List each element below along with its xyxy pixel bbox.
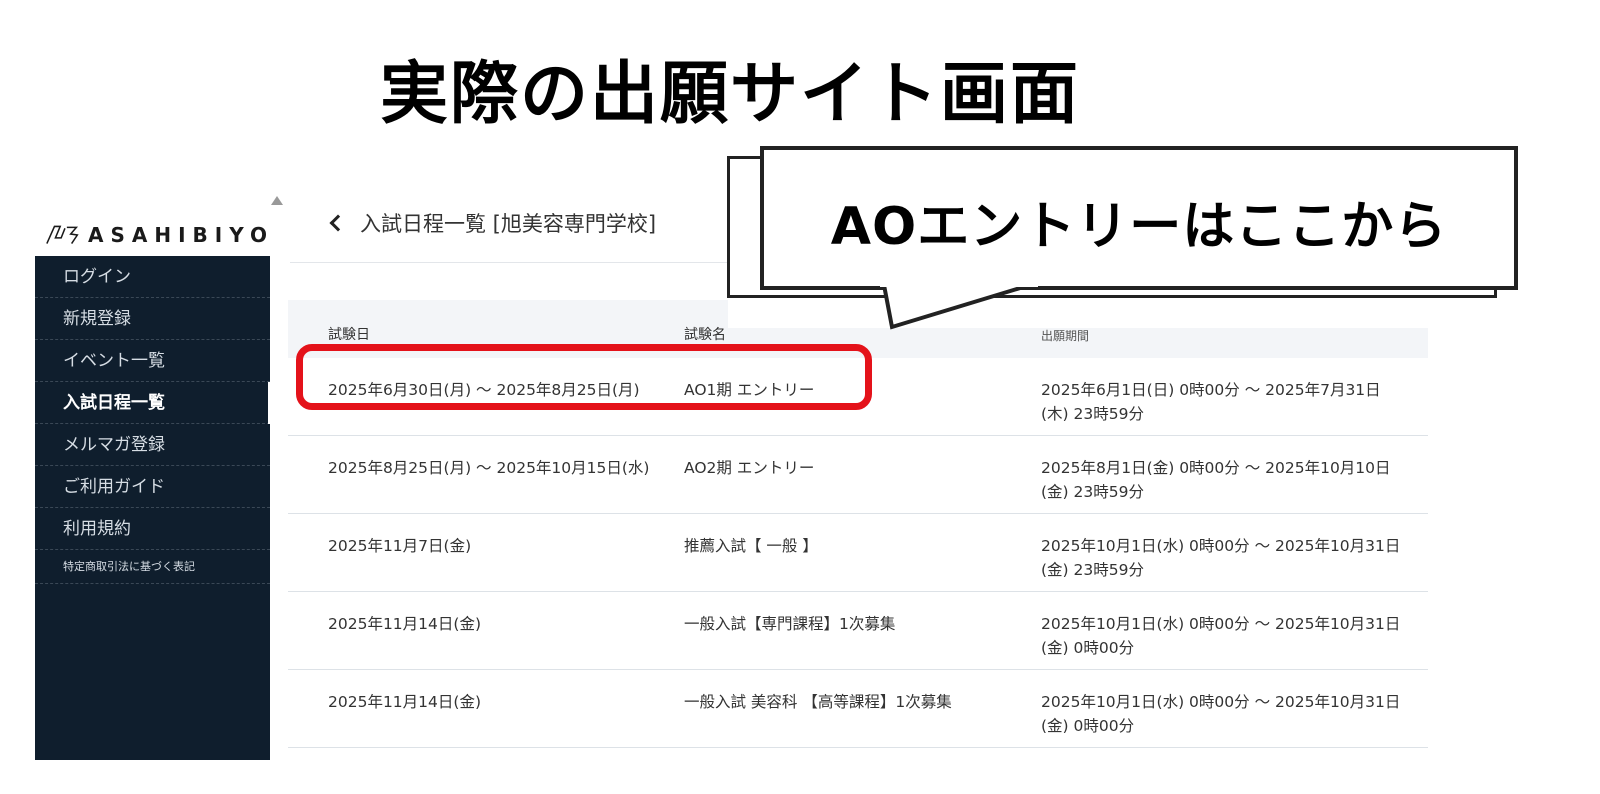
- logo-mark-icon: [46, 225, 79, 244]
- sidebar-item-exam-schedule[interactable]: 入試日程一覧: [35, 382, 278, 424]
- cell-exam-name[interactable]: 推薦入試【 一般 】: [684, 534, 1024, 558]
- callout-text: AOエントリーはここから: [830, 197, 1448, 257]
- cell-application-period: 2025年10月1日(水) 0時00分 ～ 2025年10月31日(金) 23時…: [1041, 537, 1401, 579]
- sidebar-item-register[interactable]: 新規登録: [35, 298, 270, 340]
- scroll-up-arrow-icon[interactable]: [271, 196, 283, 205]
- sidebar-item-commercial-law[interactable]: 特定商取引法に基づく表記: [35, 550, 270, 584]
- slide-title: 実際の出願サイト画面: [379, 55, 1080, 134]
- sidebar-item-events[interactable]: イベント一覧: [35, 340, 270, 382]
- cell-exam-date: 2025年11月14日(金): [328, 693, 481, 711]
- cell-application-period: 2025年8月1日(金) 0時00分 ～ 2025年10月10日(金) 23時5…: [1041, 459, 1391, 501]
- sidebar-item-login[interactable]: ログイン: [35, 256, 270, 298]
- cell-application-period: 2025年10月1日(水) 0時00分 ～ 2025年10月31日(金) 0時0…: [1041, 693, 1401, 735]
- back-chevron-icon[interactable]: [329, 214, 347, 232]
- cell-application-period: 2025年6月1日(日) 0時00分 ～ 2025年7月31日(木) 23時59…: [1041, 381, 1381, 423]
- sidebar-item-guide[interactable]: ご利用ガイド: [35, 466, 270, 508]
- cell-exam-name[interactable]: AO2期 エントリー: [684, 456, 1024, 480]
- cell-exam-name[interactable]: 一般入試【専門課程】1次募集: [684, 612, 1024, 636]
- cell-exam-date: 2025年8月25日(月) ～ 2025年10月15日(水): [328, 459, 650, 477]
- sidebar-item-newsletter[interactable]: メルマガ登録: [35, 424, 270, 466]
- cell-exam-date: 2025年11月14日(金): [328, 615, 481, 633]
- page-title: 入試日程一覧 [旭美容専門学校]: [360, 212, 657, 236]
- page-header: 入試日程一覧 [旭美容専門学校]: [329, 208, 657, 238]
- cell-exam-name[interactable]: 一般入試 美容科 【高等課程】1次募集: [684, 690, 1024, 714]
- sidebar-item-terms[interactable]: 利用規約: [35, 508, 270, 550]
- cell-exam-date: 2025年11月7日(金): [328, 537, 472, 555]
- highlight-box: [296, 344, 872, 410]
- table-row[interactable]: 2025年8月25日(月) ～ 2025年10月15日(水) AO2期 エントリ…: [288, 436, 1428, 514]
- site-logo[interactable]: ASAHIBIYO: [44, 220, 274, 250]
- column-header-date: 試験日: [328, 327, 370, 343]
- cell-application-period: 2025年10月1日(水) 0時00分 ～ 2025年10月31日(金) 0時0…: [1041, 615, 1401, 657]
- sidebar-nav: ログイン 新規登録 イベント一覧 入試日程一覧 メルマガ登録 ご利用ガイド 利用…: [35, 256, 278, 760]
- column-header-name: 試験名: [684, 327, 726, 343]
- table-row[interactable]: 2025年11月7日(金) 推薦入試【 一般 】 2025年10月1日(水) 0…: [288, 514, 1428, 592]
- logo-text: ASAHIBIYO: [88, 223, 274, 247]
- callout-tail: [880, 285, 1038, 330]
- table-row[interactable]: 2025年11月14日(金) 一般入試【専門課程】1次募集 2025年10月1日…: [288, 592, 1428, 670]
- callout-box: AOエントリーはここから: [760, 146, 1518, 290]
- table-row[interactable]: 2025年11月14日(金) 一般入試 美容科 【高等課程】1次募集 2025年…: [288, 670, 1428, 748]
- column-header-period: 出願期間: [1041, 329, 1090, 343]
